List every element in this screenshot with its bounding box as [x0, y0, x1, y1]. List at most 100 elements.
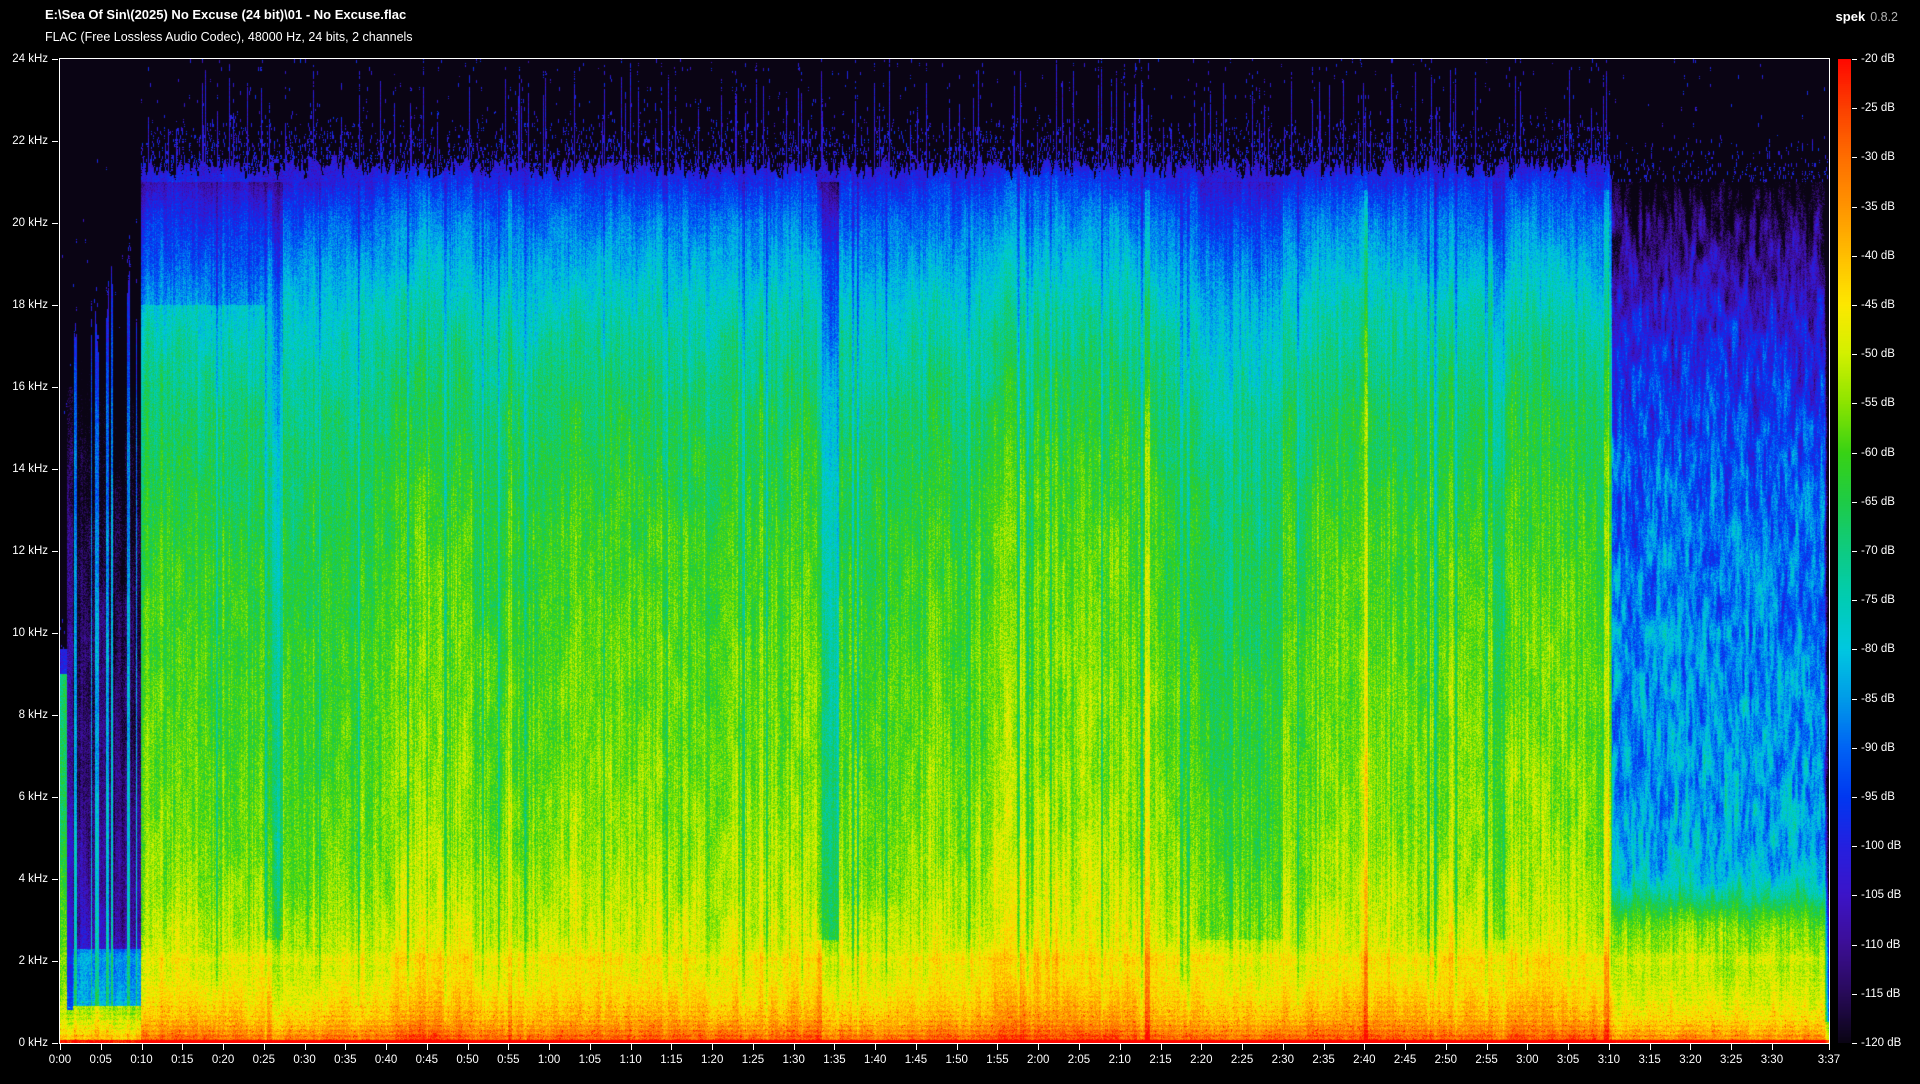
frequency-tick-label: 20 kHz [2, 216, 48, 230]
time-tick-mark [1690, 1044, 1691, 1050]
legend-tick-mark [1852, 895, 1857, 896]
time-tick-mark [590, 1044, 591, 1050]
frequency-tick-mark [52, 223, 58, 224]
time-tick-mark [834, 1044, 835, 1050]
legend-tick-mark [1852, 994, 1857, 995]
legend-tick-mark [1852, 453, 1857, 454]
legend-tick-mark [1852, 649, 1857, 650]
legend-tick-label: -90 dB [1861, 741, 1895, 755]
time-tick-mark [671, 1044, 672, 1050]
time-tick-label: 0:35 [323, 1053, 367, 1067]
time-tick-mark [1038, 1044, 1039, 1050]
time-tick-mark [1446, 1044, 1447, 1050]
time-tick-mark [916, 1044, 917, 1050]
time-tick-mark [794, 1044, 795, 1050]
time-tick-label: 1:20 [690, 1053, 734, 1067]
time-tick-label: 2:15 [1139, 1053, 1183, 1067]
legend-tick-label: -50 dB [1861, 347, 1895, 361]
time-tick-mark [753, 1044, 754, 1050]
legend-tick-label: -75 dB [1861, 593, 1895, 607]
time-tick-label: 1:15 [649, 1053, 693, 1067]
legend-tick-mark [1852, 797, 1857, 798]
legend-tick-mark [1852, 502, 1857, 503]
time-tick-label: 1:40 [853, 1053, 897, 1067]
frequency-tick-mark [52, 879, 58, 880]
frequency-tick-label: 2 kHz [2, 954, 48, 968]
legend-tick-mark [1852, 699, 1857, 700]
time-tick-label: 1:35 [812, 1053, 856, 1067]
legend-tick-mark [1852, 748, 1857, 749]
time-tick-mark [1829, 1044, 1830, 1050]
time-tick-label: 0:55 [486, 1053, 530, 1067]
time-tick-mark [997, 1044, 998, 1050]
frequency-tick-label: 16 kHz [2, 380, 48, 394]
legend-tick-mark [1852, 551, 1857, 552]
frequency-tick-label: 12 kHz [2, 544, 48, 558]
time-tick-mark [957, 1044, 958, 1050]
time-tick-label: 3:05 [1546, 1053, 1590, 1067]
time-tick-label: 2:40 [1342, 1053, 1386, 1067]
legend-tick-mark [1852, 945, 1857, 946]
app-version: 0.8.2 [1870, 10, 1898, 24]
legend-tick-mark [1852, 256, 1857, 257]
time-tick-label: 0:05 [79, 1053, 123, 1067]
frequency-tick-label: 8 kHz [2, 708, 48, 722]
time-tick-mark [1120, 1044, 1121, 1050]
frequency-tick-mark [52, 305, 58, 306]
time-tick-mark [1079, 1044, 1080, 1050]
time-tick-mark [1527, 1044, 1528, 1050]
time-tick-label: 3:30 [1750, 1053, 1794, 1067]
legend-tick-label: -95 dB [1861, 790, 1895, 804]
time-tick-label: 2:30 [1261, 1053, 1305, 1067]
time-tick-label: 2:25 [1220, 1053, 1264, 1067]
app-brand: spek 0.8.2 [1836, 9, 1898, 24]
frequency-tick-mark [52, 961, 58, 962]
legend-tick-mark [1852, 403, 1857, 404]
legend-tick-mark [1852, 157, 1857, 158]
legend-tick-mark [1852, 846, 1857, 847]
frequency-tick-mark [52, 715, 58, 716]
legend-tick-label: -60 dB [1861, 446, 1895, 460]
legend-tick-mark [1852, 305, 1857, 306]
legend-tick-label: -65 dB [1861, 495, 1895, 509]
time-tick-label: 0:25 [242, 1053, 286, 1067]
frequency-tick-mark [52, 59, 58, 60]
legend-tick-label: -35 dB [1861, 200, 1895, 214]
time-tick-label: 0:20 [201, 1053, 245, 1067]
app-name: spek [1836, 9, 1866, 24]
time-tick-label: 3:10 [1587, 1053, 1631, 1067]
frequency-tick-mark [52, 1043, 58, 1044]
time-tick-mark [60, 1044, 61, 1050]
legend-tick-mark [1852, 207, 1857, 208]
time-tick-label: 3:25 [1709, 1053, 1753, 1067]
time-tick-label: 1:50 [935, 1053, 979, 1067]
time-tick-mark [1568, 1044, 1569, 1050]
time-tick-mark [305, 1044, 306, 1050]
time-tick-label: 2:10 [1098, 1053, 1142, 1067]
legend-tick-label: -55 dB [1861, 396, 1895, 410]
legend-tick-mark [1852, 600, 1857, 601]
time-tick-label: 0:10 [120, 1053, 164, 1067]
time-tick-mark [1650, 1044, 1651, 1050]
frequency-tick-mark [52, 469, 58, 470]
time-tick-label: 1:25 [731, 1053, 775, 1067]
time-tick-mark [1772, 1044, 1773, 1050]
frequency-tick-mark [52, 797, 58, 798]
frequency-tick-label: 6 kHz [2, 790, 48, 804]
time-tick-label: 2:05 [1057, 1053, 1101, 1067]
frequency-tick-label: 0 kHz [2, 1036, 48, 1050]
time-tick-label: 3:37 [1807, 1053, 1851, 1067]
legend-tick-label: -80 dB [1861, 642, 1895, 656]
time-tick-label: 0:40 [364, 1053, 408, 1067]
legend-tick-mark [1852, 59, 1857, 60]
time-tick-label: 2:35 [1302, 1053, 1346, 1067]
frequency-tick-mark [52, 633, 58, 634]
legend-tick-label: -100 dB [1861, 839, 1901, 853]
frequency-tick-mark [52, 551, 58, 552]
legend-tick-mark [1852, 108, 1857, 109]
time-tick-mark [1283, 1044, 1284, 1050]
frequency-tick-label: 14 kHz [2, 462, 48, 476]
spek-window: E:\Sea Of Sin\(2025) No Excuse (24 bit)\… [0, 0, 1920, 1084]
time-tick-mark [712, 1044, 713, 1050]
legend-tick-label: -105 dB [1861, 888, 1901, 902]
